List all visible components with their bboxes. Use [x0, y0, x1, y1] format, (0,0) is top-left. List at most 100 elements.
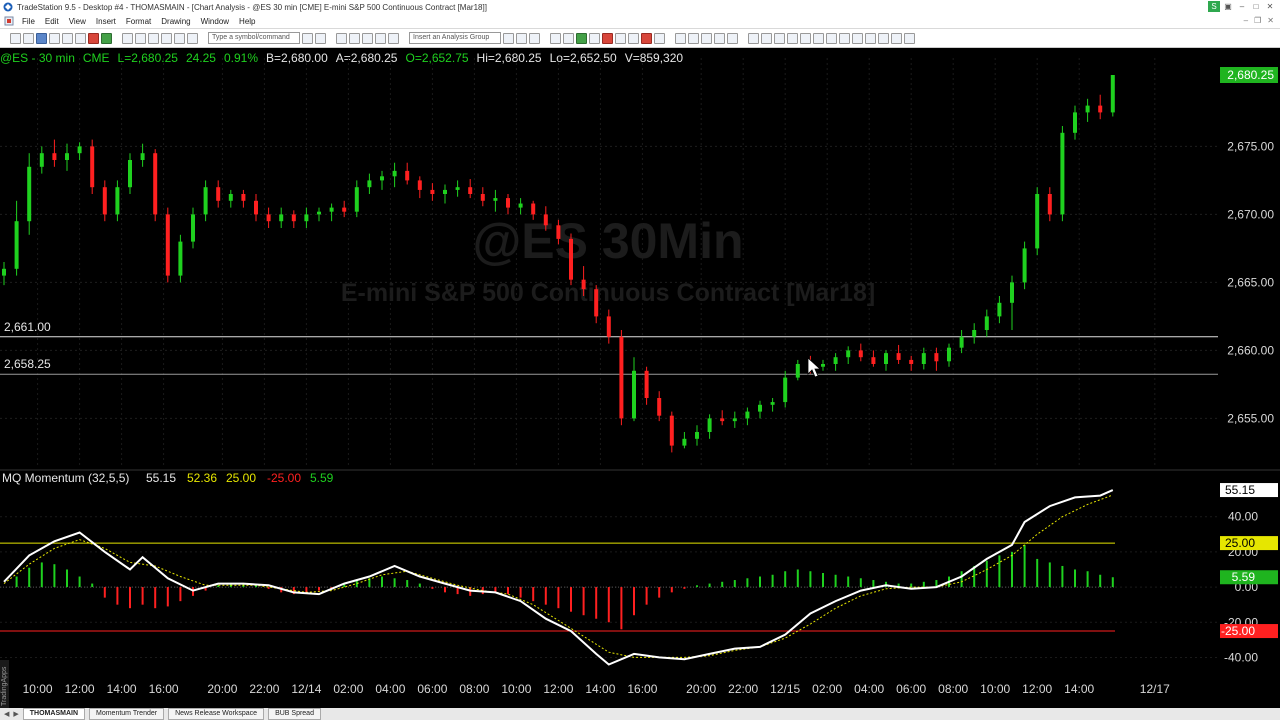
- time-tick-label: 10:00: [980, 682, 1010, 696]
- histogram-bar: [154, 587, 157, 609]
- hot-list-icon[interactable]: [101, 32, 112, 44]
- tab-momentum-trender[interactable]: Momentum Trender: [89, 708, 165, 720]
- new-icon[interactable]: [10, 32, 21, 44]
- screen-icon[interactable]: [135, 32, 146, 44]
- arrow-up-icon[interactable]: [852, 32, 863, 44]
- candle-body: [14, 221, 19, 269]
- snap-icon[interactable]: [714, 32, 725, 44]
- candle-body: [291, 214, 296, 222]
- vertical-line-icon[interactable]: [761, 32, 772, 44]
- tab-scroll-right-icon[interactable]: ▶: [13, 710, 18, 718]
- candle-body: [959, 336, 964, 348]
- menu-edit[interactable]: Edit: [40, 17, 64, 26]
- pan-icon[interactable]: [727, 32, 738, 44]
- menu-window[interactable]: Window: [196, 17, 234, 26]
- grid-icon[interactable]: [148, 32, 159, 44]
- print-icon[interactable]: [122, 32, 133, 44]
- zoom-out-icon[interactable]: [688, 32, 699, 44]
- chart-area[interactable]: @ES 30Min E-mini S&P 500 Continuous Cont…: [0, 48, 1280, 708]
- status-badge[interactable]: S: [1208, 1, 1220, 12]
- symbol-command-input[interactable]: Type a symbol/command: [208, 32, 300, 44]
- fibonacci-icon[interactable]: [787, 32, 798, 44]
- text-tool-icon[interactable]: [839, 32, 850, 44]
- interval-up-icon[interactable]: [615, 32, 626, 44]
- candle-body: [984, 316, 989, 330]
- open-icon[interactable]: [23, 32, 34, 44]
- scanner-icon[interactable]: [88, 32, 99, 44]
- portfolio-icon[interactable]: [174, 32, 185, 44]
- histogram-bar: [721, 581, 724, 588]
- go-arrow-icon[interactable]: [302, 32, 313, 44]
- doc-close-button[interactable]: ✕: [1267, 16, 1274, 25]
- options-icon[interactable]: [187, 32, 198, 44]
- dropdown-icon[interactable]: [503, 32, 514, 44]
- tab-bub-spread[interactable]: BUB Spread: [268, 708, 321, 720]
- symbol-lookup-icon[interactable]: [315, 32, 326, 44]
- chart-window-icon[interactable]: [49, 32, 60, 44]
- candle-body: [858, 350, 863, 358]
- trendline-icon[interactable]: [748, 32, 759, 44]
- sync-icon[interactable]: [529, 32, 540, 44]
- menu-view[interactable]: View: [64, 17, 91, 26]
- layout-icon[interactable]: [161, 32, 172, 44]
- radar-icon[interactable]: [62, 32, 73, 44]
- doc-restore-button[interactable]: ❐: [1254, 16, 1261, 25]
- ellipse-icon[interactable]: [878, 32, 889, 44]
- refresh-icon[interactable]: [516, 32, 527, 44]
- indicator-name[interactable]: MQ Momentum (32,5,5): [2, 471, 129, 485]
- crosshair-icon[interactable]: [701, 32, 712, 44]
- side-strip-label: TradingApps: [1, 666, 8, 706]
- analysis-group-select[interactable]: Insert an Analysis Group: [409, 32, 501, 44]
- candle-body: [934, 353, 939, 362]
- candle-body: [732, 418, 737, 422]
- gann-icon[interactable]: [826, 32, 837, 44]
- candle-body: [90, 146, 95, 188]
- time-tick-label: 12:00: [1022, 682, 1052, 696]
- minimize-button[interactable]: –: [1236, 1, 1248, 12]
- horizontal-line-icon[interactable]: [774, 32, 785, 44]
- menu-file[interactable]: File: [17, 17, 40, 26]
- format-icon[interactable]: [654, 32, 665, 44]
- tab-news-release-workspace[interactable]: News Release Workspace: [168, 708, 265, 720]
- time-tick-label: 22:00: [728, 682, 758, 696]
- main-toolbar: Type a symbol/command Insert an Analysis…: [0, 29, 1280, 48]
- abc-icon[interactable]: [904, 32, 915, 44]
- zoom-in-icon[interactable]: [675, 32, 686, 44]
- time-tick-label: 02:00: [333, 682, 363, 696]
- tick-chart-icon[interactable]: [563, 32, 574, 44]
- tab-thomasmain[interactable]: THOMASMAIN: [22, 708, 85, 720]
- menu-format[interactable]: Format: [121, 17, 156, 26]
- candle-type-icon[interactable]: [349, 32, 360, 44]
- alert-icon[interactable]: [641, 32, 652, 44]
- channel-icon[interactable]: [800, 32, 811, 44]
- close-button[interactable]: ✕: [1264, 1, 1276, 12]
- bar-type-icon[interactable]: [336, 32, 347, 44]
- volume-icon[interactable]: [589, 32, 600, 44]
- trade-bar-icon[interactable]: [576, 32, 587, 44]
- menu-drawing[interactable]: Drawing: [156, 17, 195, 26]
- tab-scroll-left-icon[interactable]: ◀: [4, 710, 9, 718]
- alerts-icon[interactable]: ▣: [1222, 1, 1234, 12]
- menu-help[interactable]: Help: [234, 17, 260, 26]
- line-type-icon[interactable]: [362, 32, 373, 44]
- candle-body: [997, 302, 1002, 317]
- save-icon[interactable]: [36, 32, 47, 44]
- interval-down-icon[interactable]: [628, 32, 639, 44]
- candle-body: [783, 377, 788, 403]
- maximize-button[interactable]: □: [1250, 1, 1262, 12]
- histogram-bar: [872, 580, 875, 588]
- regression-icon[interactable]: [813, 32, 824, 44]
- candle-body: [581, 279, 586, 290]
- arrow-down-icon[interactable]: [865, 32, 876, 44]
- histogram-bar: [607, 587, 610, 623]
- matrix-icon[interactable]: [75, 32, 86, 44]
- stop-icon[interactable]: [602, 32, 613, 44]
- insert-indicator-icon[interactable]: [375, 32, 386, 44]
- data-window-icon[interactable]: [550, 32, 561, 44]
- menu-insert[interactable]: Insert: [91, 17, 121, 26]
- doc-minimize-button[interactable]: –: [1244, 16, 1248, 25]
- histogram-bar: [1074, 569, 1076, 588]
- time-tick-label: 02:00: [812, 682, 842, 696]
- rectangle-icon[interactable]: [891, 32, 902, 44]
- insert-strategy-icon[interactable]: [388, 32, 399, 44]
